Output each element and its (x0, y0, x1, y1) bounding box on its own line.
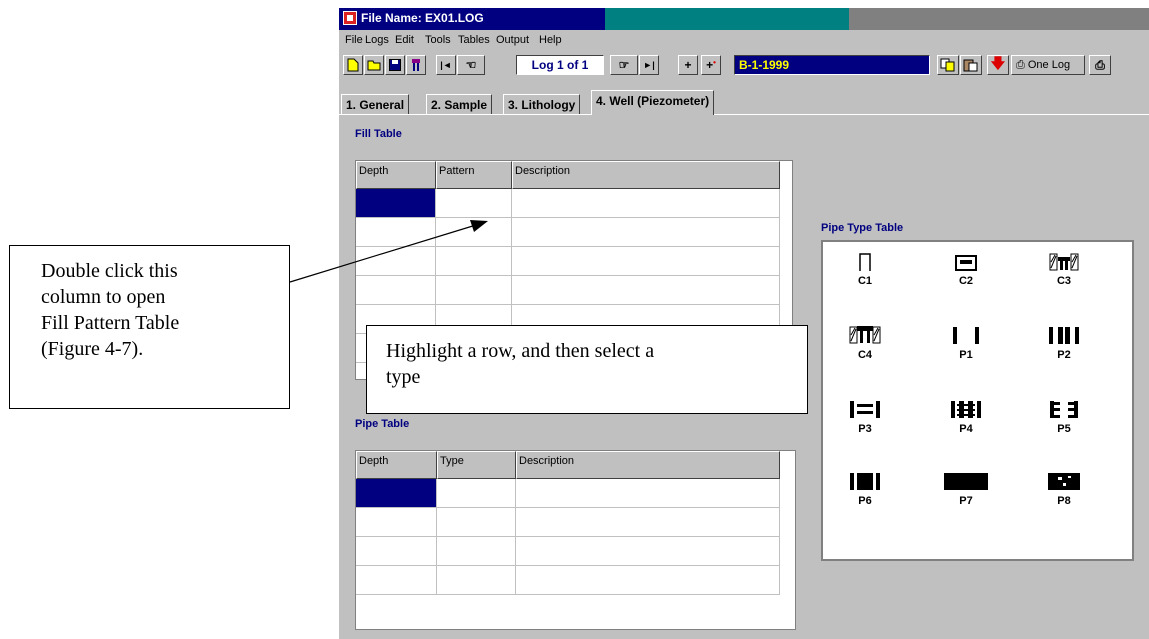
callout-line: Highlight a row, and then select a (386, 340, 655, 362)
callout-arrow (289, 220, 488, 283)
tab-well-piezometer[interactable]: 4. Well (Piezometer) (591, 90, 715, 115)
callout-highlight-row: Highlight a row, and then select a type (366, 325, 808, 414)
callout-line: type (386, 366, 421, 388)
